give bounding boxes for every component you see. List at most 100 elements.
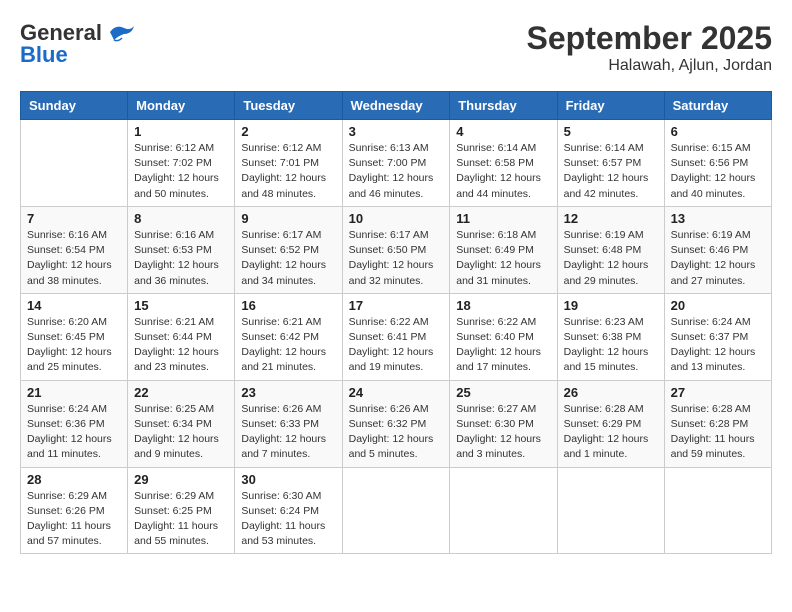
day-info: Sunrise: 6:16 AMSunset: 6:54 PMDaylight:…	[27, 228, 121, 289]
day-number: 7	[27, 211, 121, 226]
day-number: 1	[134, 124, 228, 139]
page-subtitle: Halawah, Ajlun, Jordan	[527, 57, 772, 75]
day-header-sunday: Sunday	[21, 92, 128, 120]
day-number: 18	[456, 298, 550, 313]
calendar-cell: 12Sunrise: 6:19 AMSunset: 6:48 PMDayligh…	[557, 206, 664, 293]
calendar-cell: 6 Sunrise: 6:15 AMSunset: 6:56 PMDaylight…	[664, 120, 771, 207]
day-number: 13	[671, 211, 765, 226]
calendar-cell	[557, 467, 664, 554]
calendar-week-row: 14 Sunrise: 6:20 AMSunset: 6:45 PMDayligh…	[21, 293, 772, 380]
day-info: Sunrise: 6:25 AMSunset: 6:34 PMDaylight:…	[134, 402, 228, 463]
day-info: Sunrise: 6:12 AMSunset: 7:01 PMDaylight:…	[241, 141, 335, 202]
calendar-cell: 8 Sunrise: 6:16 AMSunset: 6:53 PMDaylight…	[128, 206, 235, 293]
logo-bird-icon	[104, 22, 136, 44]
calendar-cell: 19 Sunrise: 6:23 AMSunset: 6:38 PMDayligh…	[557, 293, 664, 380]
calendar-week-row: 21 Sunrise: 6:24 AMSunset: 6:36 PMDayligh…	[21, 380, 772, 467]
calendar-cell: 30 Sunrise: 6:30 AMSunset: 6:24 PMDayligh…	[235, 467, 342, 554]
calendar-header-row: SundayMondayTuesdayWednesdayThursdayFrid…	[21, 92, 772, 120]
title-block: September 2025 Halawah, Ajlun, Jordan	[527, 20, 772, 75]
calendar-cell: 26 Sunrise: 6:28 AMSunset: 6:29 PMDayligh…	[557, 380, 664, 467]
calendar-cell: 21 Sunrise: 6:24 AMSunset: 6:36 PMDayligh…	[21, 380, 128, 467]
calendar-cell: 24Sunrise: 6:26 AMSunset: 6:32 PMDayligh…	[342, 380, 450, 467]
day-info: Sunrise: 6:14 AMSunset: 6:58 PMDaylight:…	[456, 141, 550, 202]
day-number: 24	[349, 385, 444, 400]
calendar-cell: 22Sunrise: 6:25 AMSunset: 6:34 PMDayligh…	[128, 380, 235, 467]
calendar-cell: 25 Sunrise: 6:27 AMSunset: 6:30 PMDayligh…	[450, 380, 557, 467]
calendar-cell: 17 Sunrise: 6:22 AMSunset: 6:41 PMDayligh…	[342, 293, 450, 380]
day-info: Sunrise: 6:30 AMSunset: 6:24 PMDaylight:…	[241, 489, 335, 550]
page-title: September 2025	[527, 20, 772, 57]
calendar-cell: 29 Sunrise: 6:29 AMSunset: 6:25 PMDayligh…	[128, 467, 235, 554]
day-header-tuesday: Tuesday	[235, 92, 342, 120]
page-header: General Blue September 2025 Halawah, Ajl…	[20, 20, 772, 75]
calendar-cell	[342, 467, 450, 554]
day-number: 15	[134, 298, 228, 313]
day-info: Sunrise: 6:18 AMSunset: 6:49 PMDaylight:…	[456, 228, 550, 289]
calendar-cell	[664, 467, 771, 554]
day-number: 16	[241, 298, 335, 313]
day-number: 25	[456, 385, 550, 400]
calendar-cell	[450, 467, 557, 554]
day-number: 21	[27, 385, 121, 400]
calendar-cell: 18 Sunrise: 6:22 AMSunset: 6:40 PMDayligh…	[450, 293, 557, 380]
day-info: Sunrise: 6:28 AMSunset: 6:29 PMDaylight:…	[564, 402, 658, 463]
calendar-week-row: 28Sunrise: 6:29 AMSunset: 6:26 PMDayligh…	[21, 467, 772, 554]
calendar-cell: 7 Sunrise: 6:16 AMSunset: 6:54 PMDaylight…	[21, 206, 128, 293]
day-number: 10	[349, 211, 444, 226]
day-number: 5	[564, 124, 658, 139]
day-info: Sunrise: 6:15 AMSunset: 6:56 PMDaylight:…	[671, 141, 765, 202]
calendar-cell: 13 Sunrise: 6:19 AMSunset: 6:46 PMDayligh…	[664, 206, 771, 293]
calendar-cell: 16 Sunrise: 6:21 AMSunset: 6:42 PMDayligh…	[235, 293, 342, 380]
day-info: Sunrise: 6:21 AMSunset: 6:42 PMDaylight:…	[241, 315, 335, 376]
day-number: 28	[27, 472, 121, 487]
day-number: 26	[564, 385, 658, 400]
day-number: 17	[349, 298, 444, 313]
day-number: 4	[456, 124, 550, 139]
day-number: 2	[241, 124, 335, 139]
day-number: 6	[671, 124, 765, 139]
calendar-cell: 2 Sunrise: 6:12 AMSunset: 7:01 PMDaylight…	[235, 120, 342, 207]
day-info: Sunrise: 6:21 AMSunset: 6:44 PMDaylight:…	[134, 315, 228, 376]
calendar-table: SundayMondayTuesdayWednesdayThursdayFrid…	[20, 91, 772, 554]
day-info: Sunrise: 6:14 AMSunset: 6:57 PMDaylight:…	[564, 141, 658, 202]
day-info: Sunrise: 6:24 AMSunset: 6:37 PMDaylight:…	[671, 315, 765, 376]
day-header-saturday: Saturday	[664, 92, 771, 120]
day-info: Sunrise: 6:16 AMSunset: 6:53 PMDaylight:…	[134, 228, 228, 289]
day-info: Sunrise: 6:17 AMSunset: 6:50 PMDaylight:…	[349, 228, 444, 289]
day-info: Sunrise: 6:28 AMSunset: 6:28 PMDaylight:…	[671, 402, 765, 463]
day-number: 20	[671, 298, 765, 313]
calendar-cell: 5 Sunrise: 6:14 AMSunset: 6:57 PMDaylight…	[557, 120, 664, 207]
day-info: Sunrise: 6:13 AMSunset: 7:00 PMDaylight:…	[349, 141, 444, 202]
calendar-cell: 1 Sunrise: 6:12 AMSunset: 7:02 PMDaylight…	[128, 120, 235, 207]
calendar-cell: 23 Sunrise: 6:26 AMSunset: 6:33 PMDayligh…	[235, 380, 342, 467]
day-info: Sunrise: 6:26 AMSunset: 6:33 PMDaylight:…	[241, 402, 335, 463]
calendar-cell: 28Sunrise: 6:29 AMSunset: 6:26 PMDayligh…	[21, 467, 128, 554]
day-number: 19	[564, 298, 658, 313]
day-info: Sunrise: 6:22 AMSunset: 6:41 PMDaylight:…	[349, 315, 444, 376]
calendar-week-row: 1 Sunrise: 6:12 AMSunset: 7:02 PMDaylight…	[21, 120, 772, 207]
calendar-cell: 20 Sunrise: 6:24 AMSunset: 6:37 PMDayligh…	[664, 293, 771, 380]
calendar-cell: 3 Sunrise: 6:13 AMSunset: 7:00 PMDaylight…	[342, 120, 450, 207]
calendar-cell: 14 Sunrise: 6:20 AMSunset: 6:45 PMDayligh…	[21, 293, 128, 380]
day-number: 30	[241, 472, 335, 487]
day-number: 29	[134, 472, 228, 487]
day-header-friday: Friday	[557, 92, 664, 120]
calendar-cell: 11Sunrise: 6:18 AMSunset: 6:49 PMDayligh…	[450, 206, 557, 293]
day-number: 9	[241, 211, 335, 226]
day-info: Sunrise: 6:12 AMSunset: 7:02 PMDaylight:…	[134, 141, 228, 202]
day-number: 27	[671, 385, 765, 400]
day-info: Sunrise: 6:23 AMSunset: 6:38 PMDaylight:…	[564, 315, 658, 376]
day-info: Sunrise: 6:20 AMSunset: 6:45 PMDaylight:…	[27, 315, 121, 376]
day-info: Sunrise: 6:19 AMSunset: 6:46 PMDaylight:…	[671, 228, 765, 289]
day-info: Sunrise: 6:19 AMSunset: 6:48 PMDaylight:…	[564, 228, 658, 289]
day-number: 8	[134, 211, 228, 226]
day-info: Sunrise: 6:24 AMSunset: 6:36 PMDaylight:…	[27, 402, 121, 463]
day-info: Sunrise: 6:29 AMSunset: 6:25 PMDaylight:…	[134, 489, 228, 550]
day-number: 3	[349, 124, 444, 139]
calendar-week-row: 7 Sunrise: 6:16 AMSunset: 6:54 PMDaylight…	[21, 206, 772, 293]
day-info: Sunrise: 6:22 AMSunset: 6:40 PMDaylight:…	[456, 315, 550, 376]
day-number: 14	[27, 298, 121, 313]
calendar-cell: 9Sunrise: 6:17 AMSunset: 6:52 PMDaylight…	[235, 206, 342, 293]
day-info: Sunrise: 6:27 AMSunset: 6:30 PMDaylight:…	[456, 402, 550, 463]
day-number: 23	[241, 385, 335, 400]
